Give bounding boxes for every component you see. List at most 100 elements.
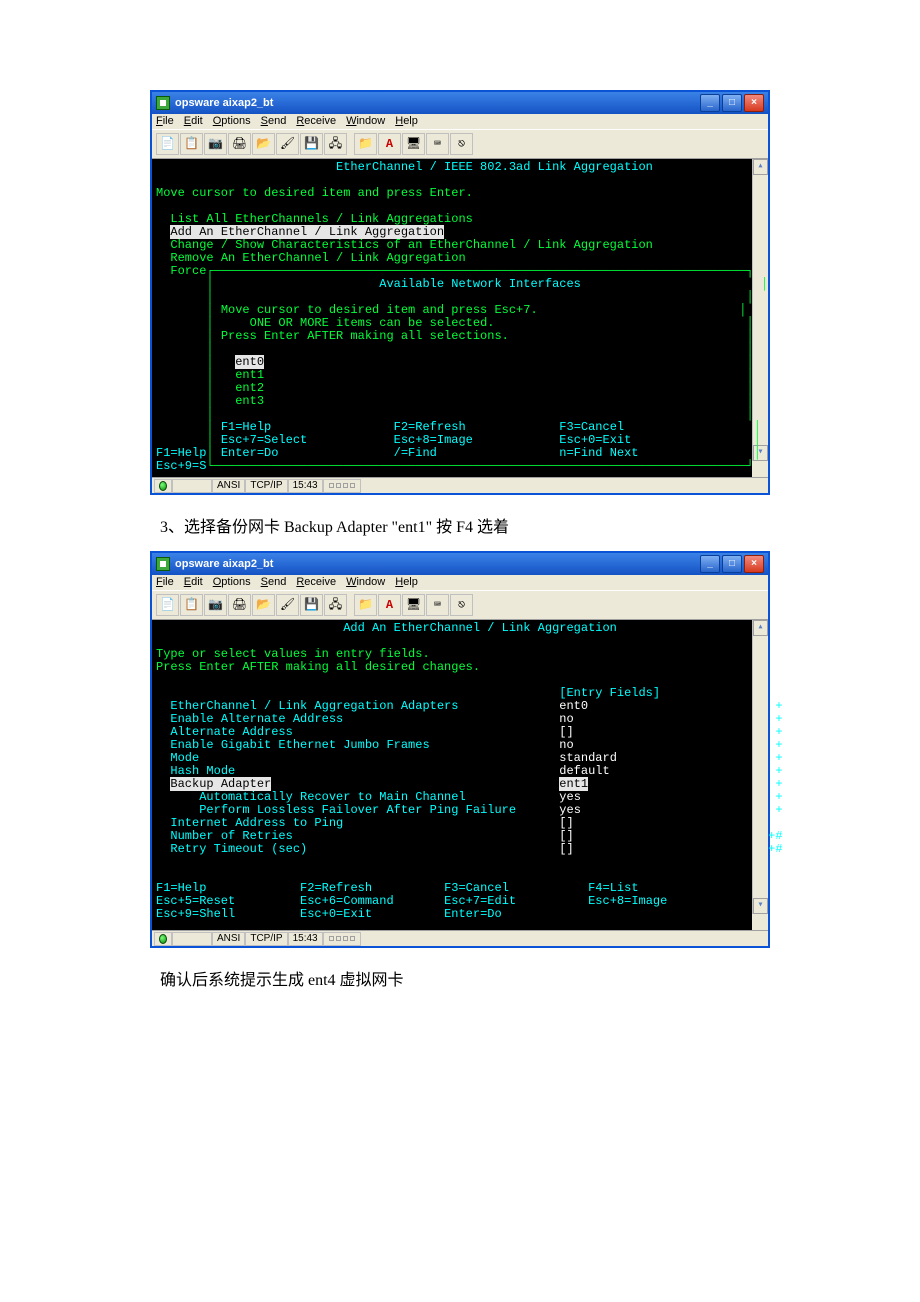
open-icon[interactable]: 📁 xyxy=(354,594,377,616)
field-backup-label[interactable]: Backup Adapter xyxy=(170,777,271,791)
exit-icon[interactable]: ⎋ xyxy=(450,594,473,616)
maximize-button[interactable]: □ xyxy=(722,94,742,112)
menu-window[interactable]: Window xyxy=(346,116,385,127)
field-failover-value[interactable]: yes xyxy=(559,803,581,817)
brush-icon[interactable]: 🖌 xyxy=(276,133,299,155)
scroll-up-icon[interactable]: ▴ xyxy=(753,159,768,175)
field-adapters-value[interactable]: ent0 xyxy=(559,699,588,713)
camera-icon[interactable]: 📷 xyxy=(204,594,227,616)
field-backup-value[interactable]: ent1 xyxy=(559,777,588,791)
key-f1: F1=Help xyxy=(221,420,271,434)
field-autorecover-label: Automatically Recover to Main Channel xyxy=(199,790,465,804)
menu-send[interactable]: Send xyxy=(261,577,287,588)
field-mode-label: Mode xyxy=(170,751,199,765)
option-ent2[interactable]: ent2 xyxy=(235,381,264,395)
network-icon[interactable]: 🖧 xyxy=(324,133,347,155)
disk-icon[interactable]: 💾 xyxy=(300,594,323,616)
scroll-down-icon[interactable]: ▾ xyxy=(753,898,768,914)
close-button[interactable]: × xyxy=(744,555,764,573)
disk-icon[interactable]: 💾 xyxy=(300,133,323,155)
field-altaddr-enable-value[interactable]: no xyxy=(559,712,573,726)
menu-help[interactable]: Help xyxy=(395,116,418,127)
field-retries-label: Number of Retries xyxy=(170,829,292,843)
menu-item-change[interactable]: Change / Show Characteristics of an Ethe… xyxy=(170,238,652,252)
minimize-button[interactable]: _ xyxy=(700,555,720,573)
copy-icon[interactable]: 📄 xyxy=(156,133,179,155)
key-f3: F3=Cancel xyxy=(444,881,509,895)
menu-file[interactable]: File xyxy=(156,577,174,588)
field-adapters-label: EtherChannel / Link Aggregation Adapters xyxy=(170,699,458,713)
menu-item-remove[interactable]: Remove An EtherChannel / Link Aggregatio… xyxy=(170,251,465,265)
terminal-screen-1[interactable]: EtherChannel / IEEE 802.3ad Link Aggrega… xyxy=(152,159,752,477)
option-ent1[interactable]: ent1 xyxy=(235,368,264,382)
minimize-button[interactable]: _ xyxy=(700,94,720,112)
close-button[interactable]: × xyxy=(744,94,764,112)
field-jumbo-label: Enable Gigabit Ethernet Jumbo Frames xyxy=(170,738,429,752)
font-icon[interactable]: A xyxy=(378,133,401,155)
field-mode-value[interactable]: standard xyxy=(559,751,617,765)
brush-icon[interactable]: 🖌 xyxy=(276,594,299,616)
key-f3: F3=Cancel xyxy=(559,420,624,434)
screen-title: EtherChannel / IEEE 802.3ad Link Aggrega… xyxy=(156,160,653,174)
window-title: opsware aixap2_bt xyxy=(175,559,273,570)
terminal-window-2: opsware aixap2_bt _ □ × File Edit Option… xyxy=(150,551,770,948)
folder-icon[interactable]: 📂 xyxy=(252,133,275,155)
menu-options[interactable]: Options xyxy=(213,577,251,588)
paste-icon[interactable]: 📋 xyxy=(180,133,203,155)
menu-help[interactable]: Help xyxy=(395,577,418,588)
menu-edit[interactable]: Edit xyxy=(184,577,203,588)
menu-edit[interactable]: Edit xyxy=(184,116,203,127)
field-retries-value[interactable]: [] xyxy=(559,829,573,843)
option-ent3[interactable]: ent3 xyxy=(235,394,264,408)
open-icon[interactable]: 📁 xyxy=(354,133,377,155)
menu-receive[interactable]: Receive xyxy=(296,116,336,127)
key-e7: Esc+7=Edit xyxy=(444,894,516,908)
field-ipping-value[interactable]: [] xyxy=(559,816,573,830)
doc-confirm: 确认后系统提示生成 ent4 虚拟网卡 xyxy=(160,966,770,990)
screen-icon[interactable]: 🖥 xyxy=(402,133,425,155)
scrollbar[interactable]: ▴ ▾ xyxy=(752,159,768,461)
menu-item-force[interactable]: Force xyxy=(170,264,206,278)
status-mode: ANSI xyxy=(212,932,245,946)
scroll-up-icon[interactable]: ▴ xyxy=(753,620,768,636)
menu-item-add[interactable]: Add An EtherChannel / Link Aggregation xyxy=(170,225,444,239)
menu-item-list[interactable]: List All EtherChannels / Link Aggregatio… xyxy=(170,212,472,226)
maximize-button[interactable]: □ xyxy=(722,555,742,573)
option-ent0[interactable]: ent0 xyxy=(235,355,264,369)
font-icon[interactable]: A xyxy=(378,594,401,616)
field-autorecover-value[interactable]: yes xyxy=(559,790,581,804)
popup-instr-3: Press Enter AFTER making all selections. xyxy=(221,329,509,343)
menu-options[interactable]: Options xyxy=(213,116,251,127)
field-timeout-value[interactable]: [] xyxy=(559,842,573,856)
status-proto: TCP/IP xyxy=(245,932,287,946)
terminal-area: ▴ ▾ EtherChannel / IEEE 802.3ad Link Agg… xyxy=(152,159,768,477)
menu-receive[interactable]: Receive xyxy=(296,577,336,588)
window-title: opsware aixap2_bt xyxy=(175,98,273,109)
menu-file[interactable]: File xyxy=(156,116,174,127)
key-f4: F4=List xyxy=(588,881,638,895)
popup-instr-1: Move cursor to desired item and press Es… xyxy=(221,303,538,317)
status-time: 15:43 xyxy=(288,932,323,946)
keyboard-icon[interactable]: ⌨ xyxy=(426,594,449,616)
field-altaddr-value[interactable]: [] xyxy=(559,725,573,739)
menu-send[interactable]: Send xyxy=(261,116,287,127)
key-enter: Enter=Do xyxy=(221,446,279,460)
screen-icon[interactable]: 🖥 xyxy=(402,594,425,616)
exit-icon[interactable]: ⎋ xyxy=(450,133,473,155)
field-jumbo-value[interactable]: no xyxy=(559,738,573,752)
paste-icon[interactable]: 📋 xyxy=(180,594,203,616)
key-e0: Esc+0=Exit xyxy=(300,907,372,921)
network-icon[interactable]: 🖧 xyxy=(324,594,347,616)
instr-2: Press Enter AFTER making all desired cha… xyxy=(156,660,480,674)
copy-icon[interactable]: 📄 xyxy=(156,594,179,616)
folder-icon[interactable]: 📂 xyxy=(252,594,275,616)
keyboard-icon[interactable]: ⌨ xyxy=(426,133,449,155)
terminal-screen-2[interactable]: Add An EtherChannel / Link Aggregation T… xyxy=(152,620,752,930)
print-icon[interactable]: 🖨 xyxy=(228,594,251,616)
print-icon[interactable]: 🖨 xyxy=(228,133,251,155)
field-hash-value[interactable]: default xyxy=(559,764,609,778)
menu-window[interactable]: Window xyxy=(346,577,385,588)
titlebar[interactable]: opsware aixap2_bt _ □ × xyxy=(152,92,768,114)
camera-icon[interactable]: 📷 xyxy=(204,133,227,155)
titlebar[interactable]: opsware aixap2_bt _ □ × xyxy=(152,553,768,575)
